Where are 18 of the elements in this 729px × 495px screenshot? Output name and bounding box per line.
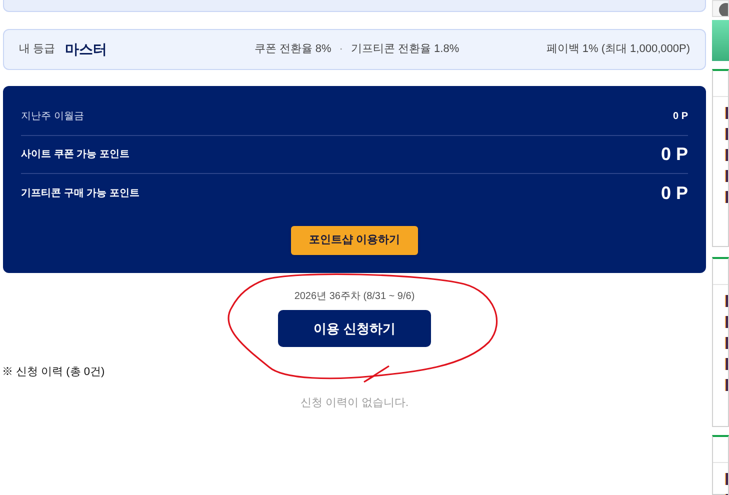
separator-dot: · [339,42,343,58]
side-banner [712,20,729,61]
empty-message: 신청 이력이 없습니다. [300,396,409,410]
point-value: 0 P [672,110,688,124]
apply-button[interactable]: 이용 신청하기 [278,310,431,347]
point-shop-button[interactable]: 포인트샵 이용하기 [290,226,418,255]
point-value: 0 P [660,143,688,166]
week-text: 2026년 36주차 (8/31 ~ 9/6) [294,290,415,304]
point-label: 지난주 이월금 [21,110,84,124]
point-label: 기프티콘 구매 가능 포인트 [21,186,140,200]
point-value: 0 P [660,182,688,204]
point-label: 사이트 쿠폰 가능 포인트 [21,148,130,162]
rate-text: 기프티콘 전환율 1.8% [350,42,460,58]
grade-name: 마스터 [65,40,108,59]
grade-label: 내 등급 [19,42,56,58]
payback-text: 페이백 1% (최대 1,000,000P) [546,42,690,58]
rate-text: 쿠폰 전환율 8% [254,42,332,58]
history-label: ※ 신청 이력 (총 0건) [2,365,106,380]
